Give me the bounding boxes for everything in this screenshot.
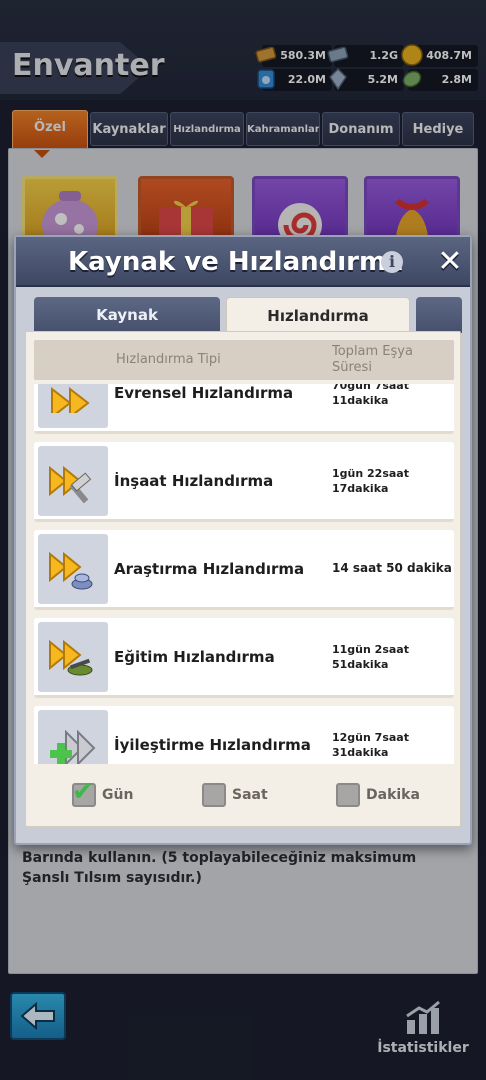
filter-label: Dakika [366, 787, 420, 803]
list-item[interactable]: Eğitim Hızlandırma 11gün 2saat 51dakika [34, 618, 454, 698]
speedup-name: Evrensel Hızlandırma [114, 384, 294, 402]
checkbox-gun[interactable]: ✔ [72, 777, 96, 807]
speedup-time: 14 saat 50 dakika [332, 561, 452, 575]
list-item[interactable]: Evrensel Hızlandırma 70gün 7saat 11dakik… [34, 384, 454, 434]
list-item[interactable]: İyileştirme Hızlandırma 12gün 7saat 31da… [34, 706, 454, 764]
unit-filter-bar: ✔ Gün Saat Dakika [26, 766, 460, 826]
resource-speedup-modal: Kaynak ve Hızlandırma i ✕ Kaynak Hızland… [14, 235, 472, 845]
speedup-name: İnşaat Hızlandırma [114, 472, 274, 490]
modal-title: Kaynak ve Hızlandırma [68, 247, 404, 277]
column-header: Hızlandırma Tipi Toplam Eşya Süresi [34, 340, 454, 380]
speedup-list[interactable]: Evrensel Hızlandırma 70gün 7saat 11dakik… [34, 384, 454, 764]
list-item[interactable]: İnşaat Hızlandırma 1gün 22saat 17dakika [34, 442, 454, 522]
tab-more[interactable] [416, 297, 462, 333]
filter-label: Saat [232, 787, 268, 803]
speedup-name: Eğitim Hızlandırma [114, 648, 275, 666]
research-speedup-icon [38, 534, 108, 604]
speedup-content: Hızlandırma Tipi Toplam Eşya Süresi Evre… [25, 331, 461, 827]
filter-dakika[interactable]: Dakika [336, 782, 420, 808]
column-time-header: Toplam Eşya Süresi [332, 344, 413, 375]
speedup-time: 70gün 7saat 11dakika [332, 384, 409, 407]
speedup-time: 11gün 2saat 51dakika [332, 643, 409, 671]
speedup-time: 12gün 7saat 31dakika [332, 731, 409, 759]
universal-speedup-icon [38, 384, 108, 428]
modal-header: Kaynak ve Hızlandırma i ✕ [16, 237, 470, 287]
column-type-header: Hızlandırma Tipi [116, 352, 221, 367]
check-icon: ✔ [72, 777, 94, 807]
list-item[interactable]: Araştırma Hızlandırma 14 saat 50 dakika [34, 530, 454, 610]
checkbox-dakika[interactable] [336, 783, 360, 807]
tab-hizlandirma-modal[interactable]: Hızlandırma [226, 297, 410, 333]
tab-kaynak[interactable]: Kaynak [34, 297, 220, 333]
speedup-name: Araştırma Hızlandırma [114, 560, 305, 578]
filter-gun[interactable]: ✔ Gün [72, 777, 134, 808]
filter-label: Gün [102, 787, 134, 803]
healing-speedup-icon [38, 710, 108, 764]
checkbox-saat[interactable] [202, 783, 226, 807]
close-icon[interactable]: ✕ [434, 246, 466, 278]
construction-speedup-icon [38, 446, 108, 516]
speedup-time: 1gün 22saat 17dakika [332, 467, 409, 495]
speedup-name: İyileştirme Hızlandırma [114, 736, 311, 754]
training-speedup-icon [38, 622, 108, 692]
info-icon[interactable]: i [381, 251, 403, 273]
filter-saat[interactable]: Saat [202, 782, 268, 808]
